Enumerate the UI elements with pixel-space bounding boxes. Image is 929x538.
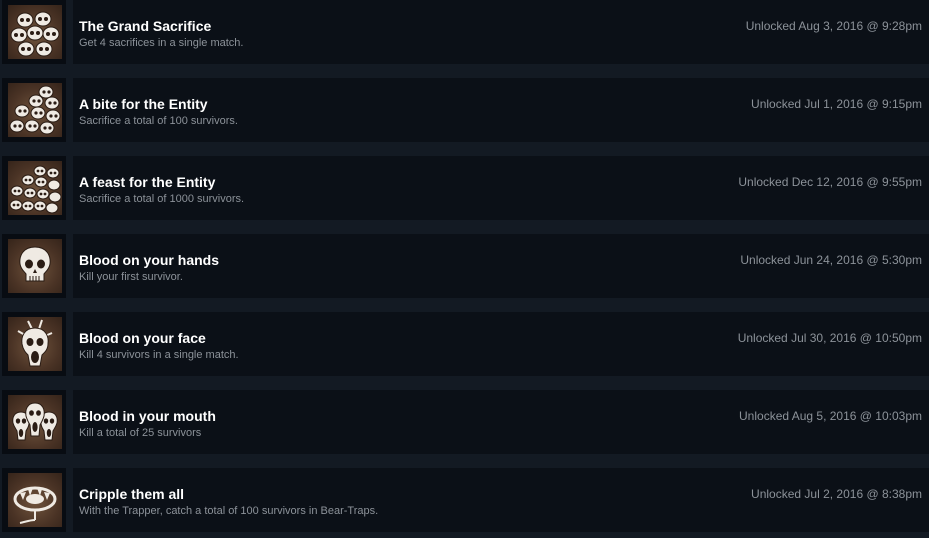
achievement-icon-frame bbox=[2, 234, 66, 298]
bear-trap-icon bbox=[8, 473, 62, 527]
achievement-panel: Blood on your hands Kill your first surv… bbox=[73, 234, 929, 298]
achievement-row: A feast for the Entity Sacrifice a total… bbox=[0, 156, 929, 222]
unlock-date: Unlocked Aug 5, 2016 @ 10:03pm bbox=[739, 409, 922, 423]
achievement-list: The Grand Sacrifice Get 4 sacrifices in … bbox=[0, 0, 929, 538]
screaming-skull-icon bbox=[8, 317, 62, 371]
achievement-icon-frame bbox=[2, 156, 66, 220]
screaming-skulls-icon bbox=[8, 395, 62, 449]
achievement-title: A feast for the Entity bbox=[79, 174, 216, 190]
achievement-title: Blood on your face bbox=[79, 330, 206, 346]
unlock-date: Unlocked Jul 1, 2016 @ 9:15pm bbox=[751, 97, 922, 111]
achievement-panel: The Grand Sacrifice Get 4 sacrifices in … bbox=[73, 0, 929, 64]
achievement-panel: A bite for the Entity Sacrifice a total … bbox=[73, 78, 929, 142]
achievement-panel: Cripple them all With the Trapper, catch… bbox=[73, 468, 929, 532]
achievement-description: With the Trapper, catch a total of 100 s… bbox=[79, 505, 379, 517]
skull-mound-icon bbox=[8, 161, 62, 215]
achievement-icon-frame bbox=[2, 0, 66, 64]
unlock-date: Unlocked Jul 30, 2016 @ 10:50pm bbox=[737, 331, 922, 345]
unlock-date: Unlocked Jul 2, 2016 @ 8:38pm bbox=[751, 487, 922, 501]
unlock-date: Unlocked Jun 24, 2016 @ 5:30pm bbox=[740, 253, 922, 267]
achievement-row: Blood in your mouth Kill a total of 25 s… bbox=[0, 390, 929, 456]
achievement-row: Blood on your hands Kill your first surv… bbox=[0, 234, 929, 300]
skull-pile-icon bbox=[8, 5, 62, 59]
achievement-row: Blood on your face Kill 4 survivors in a… bbox=[0, 312, 929, 378]
unlock-date: Unlocked Aug 3, 2016 @ 9:28pm bbox=[745, 19, 922, 33]
achievement-icon-frame bbox=[2, 312, 66, 376]
achievement-description: Kill your first survivor. bbox=[79, 271, 183, 283]
achievement-description: Kill 4 survivors in a single match. bbox=[79, 349, 239, 361]
achievement-icon-frame bbox=[2, 468, 66, 532]
achievement-title: Blood in your mouth bbox=[79, 408, 216, 424]
achievement-row: The Grand Sacrifice Get 4 sacrifices in … bbox=[0, 0, 929, 66]
achievement-title: The Grand Sacrifice bbox=[79, 18, 212, 34]
achievement-description: Kill a total of 25 survivors bbox=[79, 427, 202, 439]
skull-icon bbox=[8, 239, 62, 293]
achievement-panel: Blood in your mouth Kill a total of 25 s… bbox=[73, 390, 929, 454]
unlock-date: Unlocked Dec 12, 2016 @ 9:55pm bbox=[738, 175, 922, 189]
achievement-description: Get 4 sacrifices in a single match. bbox=[79, 37, 244, 49]
achievement-panel: Blood on your face Kill 4 survivors in a… bbox=[73, 312, 929, 376]
achievement-row: A bite for the Entity Sacrifice a total … bbox=[0, 78, 929, 144]
achievement-row: Cripple them all With the Trapper, catch… bbox=[0, 468, 929, 534]
achievement-panel: A feast for the Entity Sacrifice a total… bbox=[73, 156, 929, 220]
achievement-title: A bite for the Entity bbox=[79, 96, 208, 112]
achievement-title: Cripple them all bbox=[79, 486, 185, 502]
achievement-title: Blood on your hands bbox=[79, 252, 219, 268]
achievement-icon-frame bbox=[2, 390, 66, 454]
achievement-description: Sacrifice a total of 1000 survivors. bbox=[79, 193, 245, 205]
achievement-icon-frame bbox=[2, 78, 66, 142]
achievement-description: Sacrifice a total of 100 survivors. bbox=[79, 115, 238, 127]
skull-heap-icon bbox=[8, 83, 62, 137]
